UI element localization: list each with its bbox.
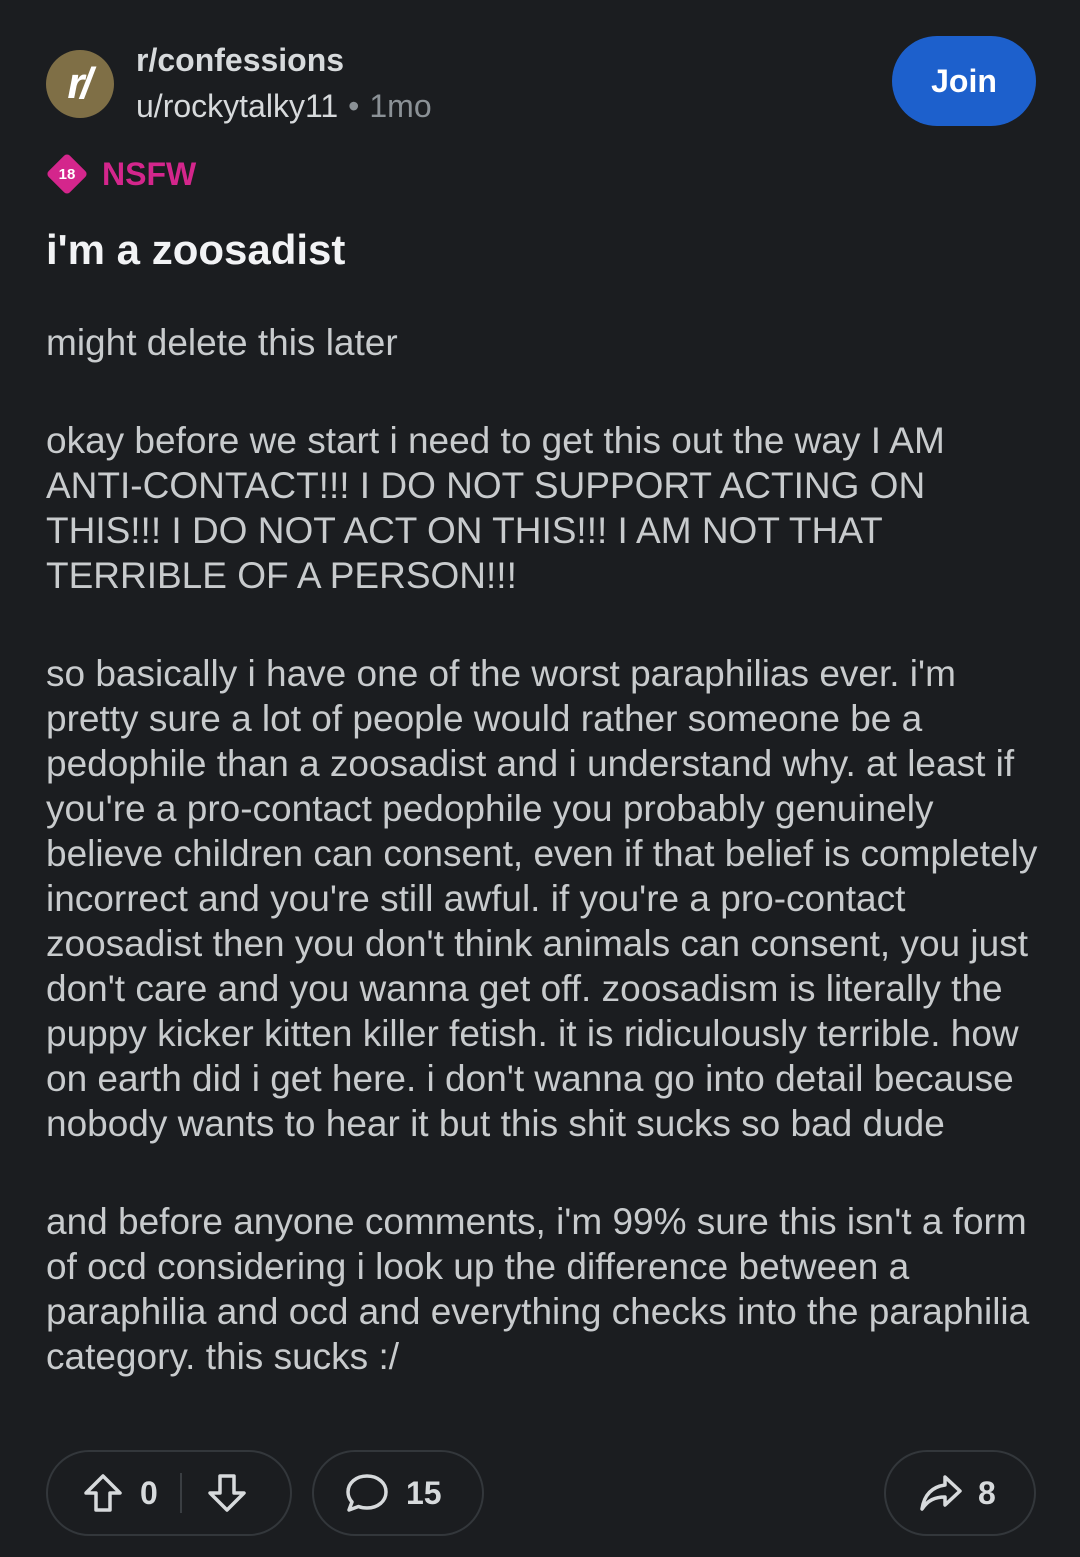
join-button[interactable]: Join xyxy=(892,36,1036,126)
upvote-button[interactable] xyxy=(80,1470,126,1516)
upvote-arrow-icon xyxy=(84,1474,122,1512)
subreddit-avatar-text: r/ xyxy=(67,59,92,108)
nsfw-label: NSFW xyxy=(102,155,197,192)
post-action-bar: 0 15 8 xyxy=(46,1450,1036,1540)
post-header: r/ r/confessions u/rockytalky11 • 1mo Join xyxy=(46,36,1036,128)
share-count: 8 xyxy=(978,1474,996,1511)
vote-divider xyxy=(179,1473,182,1513)
nsfw-age-number: 18 xyxy=(58,165,76,183)
speech-bubble-icon xyxy=(346,1474,388,1512)
post-meta: u/rockytalky11 • 1mo xyxy=(136,88,432,125)
share-button[interactable]: 8 xyxy=(884,1450,1036,1536)
downvote-arrow-icon xyxy=(208,1474,246,1512)
nsfw-18-icon: 18 xyxy=(46,153,88,195)
vote-pill: 0 xyxy=(46,1450,292,1536)
post-paragraph-4: and before anyone comments, i'm 99% sure… xyxy=(46,1201,1030,1377)
vote-count: 0 xyxy=(140,1474,158,1511)
meta-separator: • xyxy=(348,88,360,124)
subreddit-name[interactable]: r/confessions xyxy=(136,42,344,79)
comment-count: 15 xyxy=(406,1474,442,1511)
nsfw-badge: 18 NSFW xyxy=(46,153,197,195)
post-age: 1mo xyxy=(369,88,432,124)
share-arrow-icon xyxy=(920,1475,962,1511)
author-username[interactable]: u/rockytalky11 xyxy=(136,88,338,124)
post-card: r/ r/confessions u/rockytalky11 • 1mo Join… xyxy=(0,0,1080,1557)
post-paragraph-1: might delete this later xyxy=(46,322,398,363)
post-body: might delete this later okay before we s… xyxy=(46,320,1041,1432)
downvote-button[interactable] xyxy=(204,1470,250,1516)
post-title: i'm a zoosadist xyxy=(46,226,346,273)
post-paragraph-3: so basically i have one of the worst par… xyxy=(46,653,1038,1144)
post-paragraph-2: okay before we start i need to get this … xyxy=(46,420,945,596)
subreddit-avatar[interactable]: r/ xyxy=(46,50,114,118)
comments-button[interactable]: 15 xyxy=(312,1450,484,1536)
